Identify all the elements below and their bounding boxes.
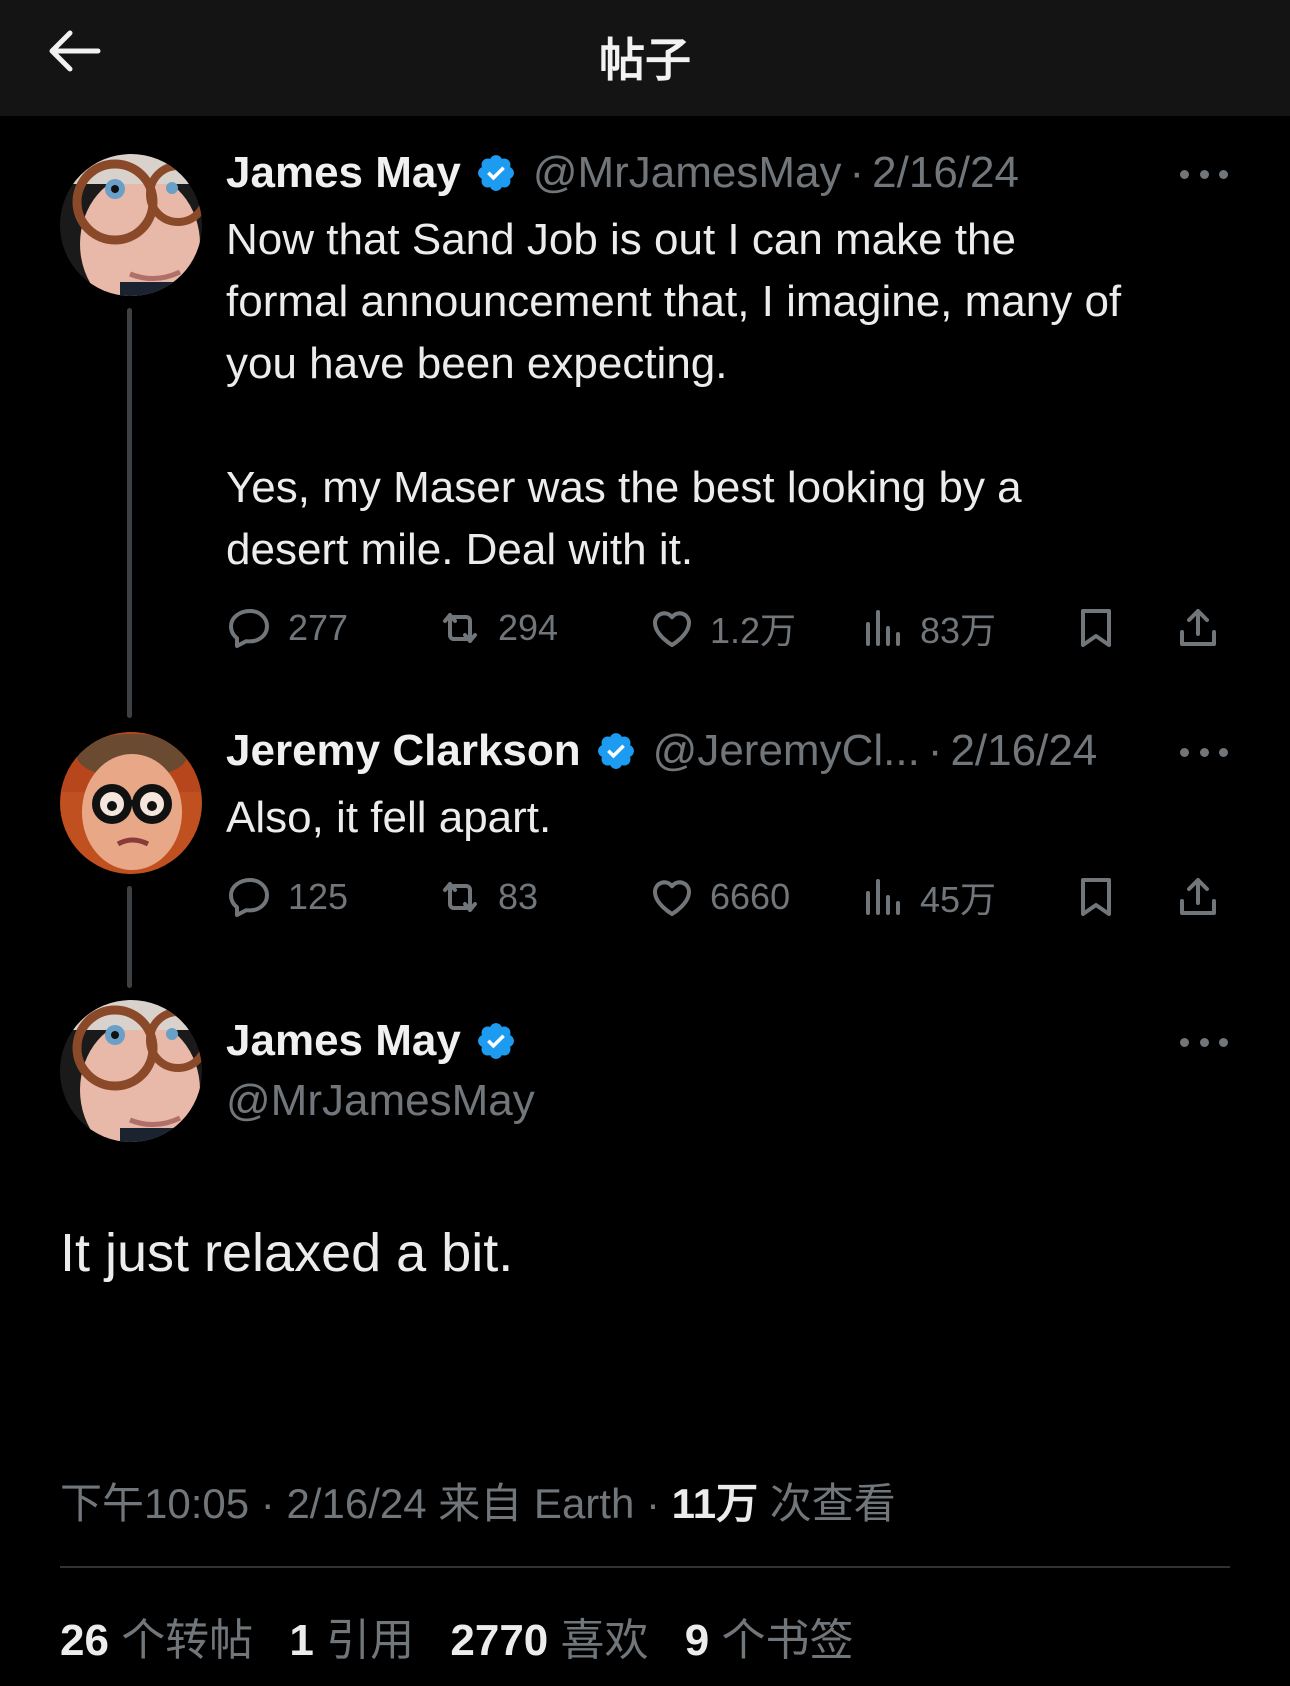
retweets-label: 个转帖 [121, 1616, 254, 1665]
tweet-header: Jeremy Clarkson @JeremyCl... · 2/16/24 [226, 726, 1097, 776]
retweet-count: 83 [498, 876, 539, 917]
verified-badge-icon [595, 730, 637, 772]
bookmark-icon [1081, 878, 1111, 916]
verified-badge-icon [475, 152, 517, 194]
like-count: 6660 [710, 876, 791, 917]
tweet-meta: 下午10:05 · 2/16/24 来自 Earth · 11万 次查看 [60, 1470, 896, 1531]
like-button[interactable]: 6660 [648, 867, 790, 927]
tweet-date[interactable]: 2/16/24 [872, 148, 1019, 198]
views-count: 83万 [920, 610, 997, 651]
share-icon [1180, 609, 1216, 646]
main-tweet-text: It just relaxed a bit. [60, 1223, 514, 1283]
author-handle[interactable]: @MrJamesMay [533, 148, 842, 198]
share-button[interactable] [1174, 867, 1236, 927]
bookmarks-label: 个书签 [721, 1616, 854, 1665]
reply-button[interactable]: 277 [226, 598, 348, 658]
tweet-header: James May @MrJamesMay · 2/16/24 [226, 148, 1019, 198]
like-button[interactable]: 1.2万 [648, 598, 796, 658]
james-may-avatar-image [60, 1000, 202, 1142]
page-title: 帖子 [599, 34, 691, 86]
quotes-stat[interactable]: 1 引用 [289, 1616, 414, 1665]
separator: · [260, 1480, 275, 1527]
likes-label: 喜欢 [560, 1616, 649, 1665]
share-icon [1180, 878, 1216, 915]
bookmarks-total: 9 [684, 1616, 710, 1665]
like-count: 1.2万 [710, 610, 797, 651]
views-label: 次查看 [769, 1480, 896, 1527]
tweet-actions: 125 83 6660 45万 [226, 867, 1236, 927]
author-name[interactable]: Jeremy Clarkson [226, 726, 581, 776]
retweet-icon [443, 613, 477, 643]
verified-badge-icon [475, 1020, 517, 1062]
tweet-text: Now that Sand Job is out I can make the … [226, 215, 1122, 574]
tweet-actions: 277 294 1.2万 83万 [226, 598, 1236, 658]
bookmark-button[interactable] [1072, 598, 1134, 658]
heart-icon [653, 611, 691, 647]
retweet-button[interactable]: 294 [436, 598, 558, 658]
bookmarks-stat[interactable]: 9 个书签 [685, 1616, 854, 1665]
tweet-text: Also, it fell apart. [226, 793, 552, 842]
author-handle[interactable]: @JeremyCl... [653, 726, 920, 776]
tweet-date[interactable]: 2/16/24 [286, 1480, 426, 1527]
jeremy-clarkson-avatar-image [60, 732, 202, 874]
separator: · [849, 148, 865, 197]
tweet-header: James May [226, 1016, 533, 1066]
likes-stat[interactable]: 2770 喜欢 [450, 1616, 648, 1665]
tweet-date[interactable]: 2/16/24 [950, 726, 1097, 776]
bookmark-button[interactable] [1072, 867, 1134, 927]
author-name[interactable]: James May [226, 148, 461, 198]
views-button[interactable]: 45万 [858, 867, 996, 927]
likes-total: 2770 [450, 1616, 549, 1665]
views-icon [866, 879, 900, 915]
top-bar: 帖子 [0, 0, 1290, 116]
views-icon [866, 610, 900, 646]
more-options-button[interactable] [1180, 1030, 1228, 1054]
retweet-count: 294 [498, 607, 559, 648]
author-handle[interactable]: @MrJamesMay [226, 1076, 535, 1126]
views-count: 45万 [920, 879, 997, 920]
tweet-time[interactable]: 下午10:05 [60, 1480, 249, 1527]
tweet-source: 来自 Earth [438, 1480, 635, 1527]
views-button[interactable]: 83万 [858, 598, 996, 658]
more-icon [1180, 1037, 1189, 1047]
more-icon [1180, 747, 1189, 757]
retweet-button[interactable]: 83 [436, 867, 538, 927]
heart-icon [653, 880, 691, 916]
thread-connector [127, 886, 132, 988]
author-name[interactable]: James May [226, 1016, 461, 1066]
more-icon [1180, 169, 1189, 179]
reply-icon [229, 609, 269, 648]
reply-count: 277 [288, 607, 349, 648]
tweet-stats: 26 个转帖 1 引用 2770 喜欢 9 个书签 [60, 1604, 877, 1668]
reply-icon [229, 878, 269, 917]
views-total: 11万 [671, 1480, 759, 1527]
james-may-avatar-image [60, 154, 202, 296]
thread-connector [127, 308, 132, 718]
more-options-button[interactable] [1180, 162, 1228, 186]
retweet-icon [443, 882, 477, 912]
avatar[interactable] [60, 154, 202, 296]
bookmark-icon [1081, 609, 1111, 647]
reply-button[interactable]: 125 [226, 867, 348, 927]
separator: · [927, 726, 943, 775]
retweets-stat[interactable]: 26 个转帖 [60, 1616, 253, 1665]
reply-count: 125 [288, 876, 349, 917]
quotes-label: 引用 [326, 1616, 415, 1665]
retweets-total: 26 [60, 1616, 109, 1665]
avatar[interactable] [60, 1000, 202, 1142]
quotes-total: 1 [289, 1616, 314, 1665]
avatar[interactable] [60, 732, 202, 874]
share-button[interactable] [1174, 598, 1236, 658]
more-options-button[interactable] [1180, 740, 1228, 764]
separator: · [646, 1480, 660, 1527]
divider [60, 1566, 1230, 1568]
